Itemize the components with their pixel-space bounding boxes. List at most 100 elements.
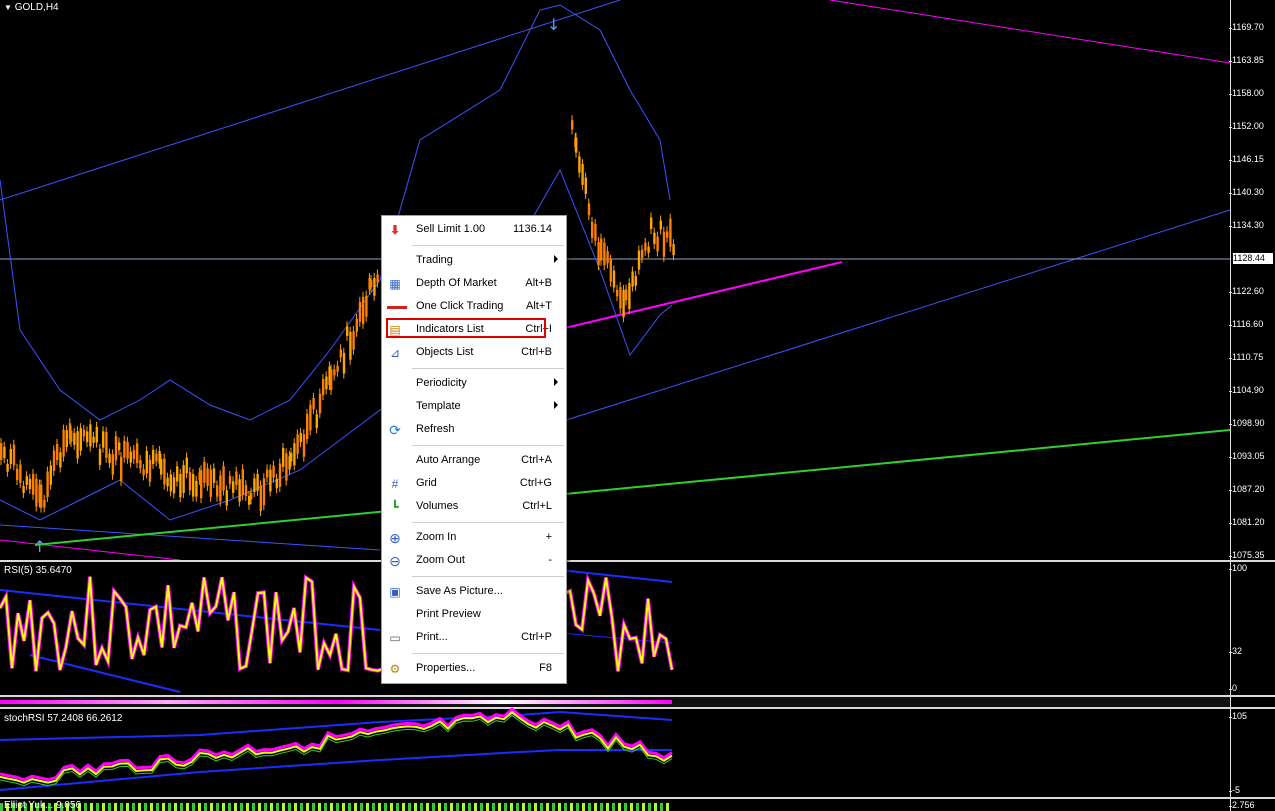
candle-body [3,446,6,459]
price-tick: 1098.90 [1229,418,1265,428]
candle-body [325,376,328,390]
stochrsi-panel[interactable] [0,709,1230,797]
candle-body [49,465,52,485]
candle-body [56,444,59,460]
candle-body [312,397,315,410]
candle-body [603,242,606,266]
candle-body [185,457,188,474]
menu-item-properties[interactable]: ⚙ Properties... F8 [382,658,566,679]
menu-item-sell-limit[interactable]: ⬇ Sell Limit 1.00 1136.14 [382,219,566,240]
price-tick: 1116.60 [1228,319,1264,329]
chart-title: ▼ GOLD,H4 [4,2,59,13]
candle-body [76,431,79,459]
stochrsi-scale[interactable] [1230,709,1275,797]
objects-list-icon: ⊿ [389,346,401,360]
candle-body [19,464,22,483]
candle-body [136,443,139,464]
candlestick-series [0,115,675,517]
candle-body [365,295,368,317]
menu-item-grid[interactable]: # Grid Ctrl+G [382,473,566,494]
candle-body [62,429,65,457]
fractal-down-arrow: ↓ [547,15,560,34]
menu-item-print[interactable]: ▭ Print... Ctrl+P [382,627,566,648]
candle-body [299,433,302,443]
candle-body [82,429,86,437]
candle-body [349,331,352,360]
menu-item-objects-list[interactable]: ⊿ Objects List Ctrl+B [382,342,566,363]
candle-body [641,249,644,258]
price-chart-canvas[interactable]: ↓ ↑ [0,0,1230,560]
candle-body [266,469,269,478]
candle-body [650,217,653,229]
candle-body [182,465,185,494]
price-tick: 1093.05 [1229,451,1265,461]
candle-body [362,297,365,324]
candle-body [209,469,212,497]
candle-body [148,459,152,482]
menu-item-zoom-out[interactable]: ⊖ Zoom Out - [382,550,566,571]
candle-body [644,242,647,251]
bottom-indicator-panel[interactable] [0,799,1230,811]
candle-body [315,414,318,429]
candle-body [656,236,659,252]
depth-of-market-icon: ▦ [389,277,401,291]
rsi-panel[interactable] [0,562,1230,695]
menu-item-periodicity[interactable]: Periodicity [382,373,566,394]
menu-item-volumes[interactable]: ┗ Volumes Ctrl+L [382,496,566,517]
candle-body [35,478,38,507]
candle-body [606,251,609,264]
candle-body [302,434,306,457]
candle-body [244,485,248,497]
candle-body [272,465,275,478]
candle-body [123,440,126,458]
submenu-arrow-icon [554,401,558,409]
candle-body [275,478,278,489]
candle-body [625,289,628,301]
candle-body [166,477,169,487]
menu-item-zoom-in[interactable]: ⊕ Zoom In + [382,527,566,548]
menu-item-save-as-picture[interactable]: ▣ Save As Picture... [382,581,566,602]
candle-body [600,238,603,261]
candle-body [647,246,650,253]
candle-body [22,485,25,493]
menu-item-refresh[interactable]: ⟳ Refresh [382,419,566,440]
menu-item-depth-of-market[interactable]: ▦ Depth Of Market Alt+B [382,273,566,294]
candle-body [662,231,666,257]
candle-body [176,466,179,482]
candle-body [172,477,176,494]
candle-body [86,431,89,443]
price-tick: 1075.35 [1229,550,1265,560]
candle-body [129,451,132,463]
candle-body [672,244,675,256]
grid-icon: # [391,477,399,491]
candle-body [89,424,92,447]
menu-item-template[interactable]: Template [382,396,566,417]
candle-body [253,478,256,493]
candle-body [111,454,114,475]
candle-body [216,485,219,497]
candle-body [355,318,358,332]
rsi-tick-100: 100 [1228,563,1248,573]
candle-body [92,436,95,443]
chart-title-triangle-icon[interactable]: ▼ [4,3,12,12]
candle-body [195,480,198,497]
candle-body [169,474,172,492]
price-tick: 1081.20 [1229,517,1265,527]
thin-indicator-panel[interactable] [0,697,1230,707]
candle-body [155,453,158,462]
menu-item-one-click-trading[interactable]: ▬▬ One Click Trading Alt+T [382,296,566,317]
bottom-indicator-bars [0,803,672,811]
thin-indicator-bars [0,700,672,704]
candle-body [163,458,166,485]
rsi-scale[interactable] [1230,562,1275,695]
candle-body [40,484,43,508]
print-icon: ▭ [389,631,401,645]
menu-item-auto-arrange[interactable]: Auto Arrange Ctrl+A [382,450,566,471]
candle-body [25,476,28,485]
candle-body [269,469,272,492]
menu-item-print-preview[interactable]: Print Preview [382,604,566,625]
candle-body [282,447,285,467]
candle-body [142,469,145,476]
price-scale[interactable] [1230,0,1275,560]
menu-item-trading[interactable]: Trading [382,250,566,271]
